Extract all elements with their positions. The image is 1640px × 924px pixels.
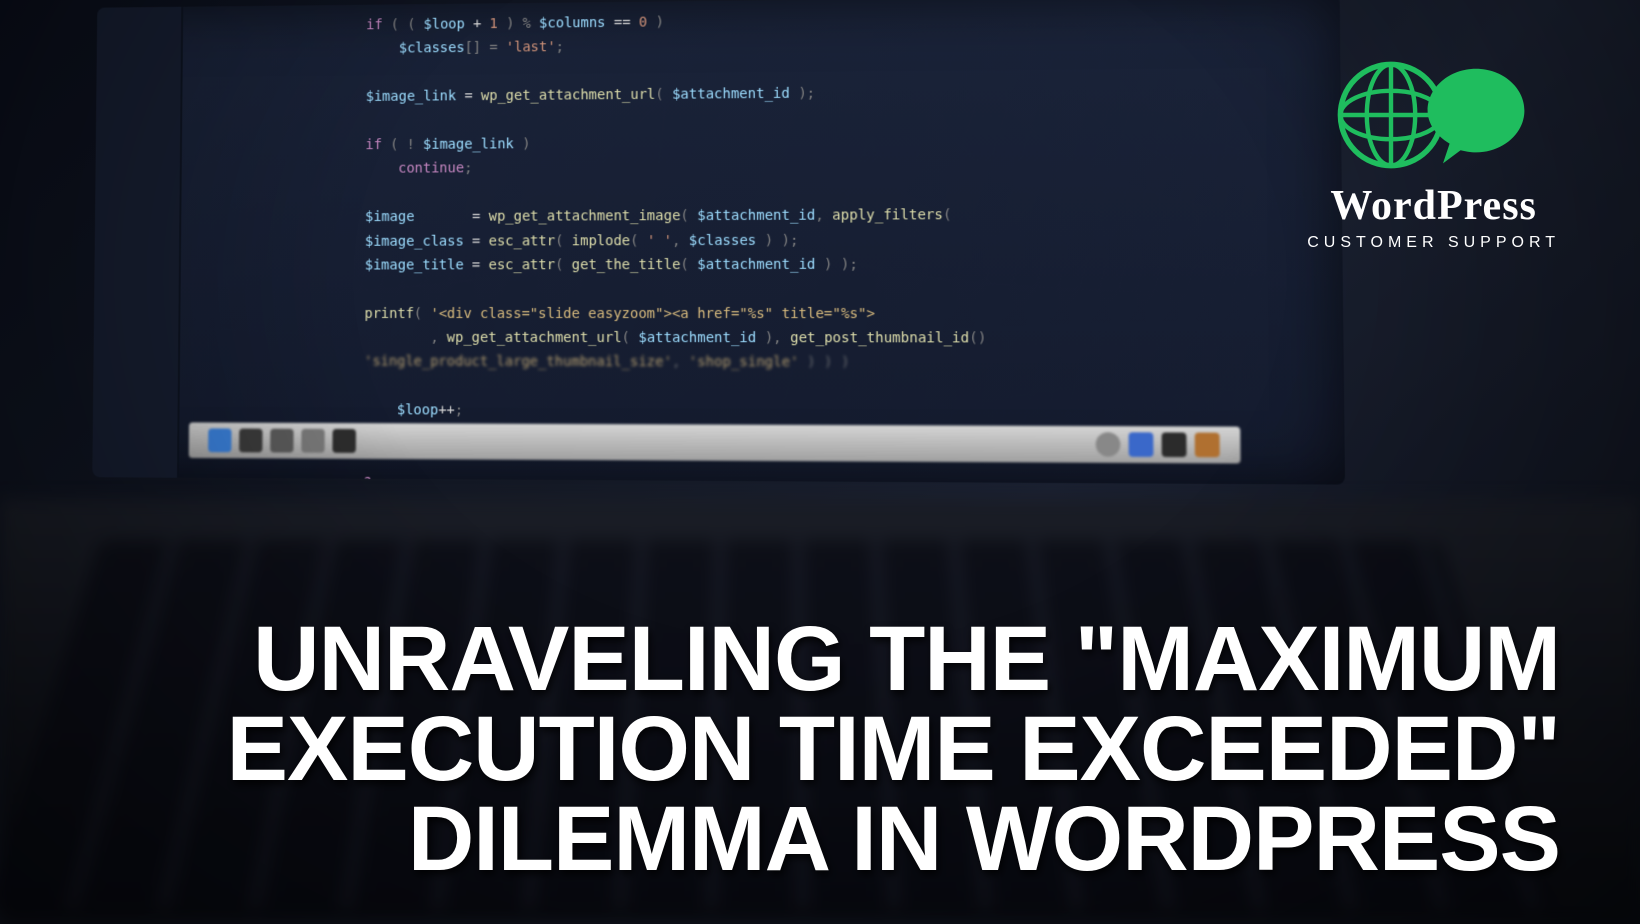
speech-bubble-icon [1421,60,1531,170]
code-line: , wp_get_attachment_url( $attachment_id … [364,327,1322,351]
taskbar-icon [1195,433,1220,458]
taskbar-icon [301,429,325,453]
code-line: $image_title = esc_attr( get_the_title( … [365,253,1322,277]
logo-title: WordPress [1307,182,1560,230]
code-line [366,104,1321,133]
code-line [364,375,1323,400]
headline-text: UNRAVELING THE "MAXIMUM EXECUTION TIME E… [200,614,1560,884]
code-line: $image_class = esc_attr( implode( ' ', $… [365,228,1322,253]
code-line: printf( '<div class="slide easyzoom"><a … [364,303,1322,326]
code-line: $image = wp_get_attachment_image( $attac… [365,203,1321,229]
taskbar-icon [1096,432,1121,457]
code-line: if ( ! $image_link ) [365,128,1320,156]
code-editor-content: if ( ( $loop + 1 ) % $columns == 0 ) $cl… [324,0,1345,485]
code-line: $loop++; [364,400,1324,426]
taskbar-icon [332,429,356,453]
headline-container: UNRAVELING THE "MAXIMUM EXECUTION TIME E… [200,614,1560,884]
laptop-taskbar [189,422,1241,463]
taskbar-icon [270,429,293,453]
code-line [365,178,1321,204]
taskbar-icon [208,428,231,452]
code-line: 'single_product_large_thumbnail_size', '… [364,351,1323,375]
taskbar-icon [1162,432,1187,457]
code-line: continue; [365,153,1321,180]
hero-banner: if ( ( $loop + 1 ) % $columns == 0 ) $cl… [0,0,1640,924]
laptop-screen-mockup: if ( ( $loop + 1 ) % $columns == 0 ) $cl… [92,0,1345,485]
logo-icons-container [1307,60,1560,170]
logo-subtitle: CUSTOMER SUPPORT [1307,234,1560,252]
code-gutter [92,7,183,478]
taskbar-icon [239,429,262,453]
logo-block: WordPress CUSTOMER SUPPORT [1307,60,1560,252]
taskbar-icon [1129,432,1154,457]
code-line [365,278,1323,301]
